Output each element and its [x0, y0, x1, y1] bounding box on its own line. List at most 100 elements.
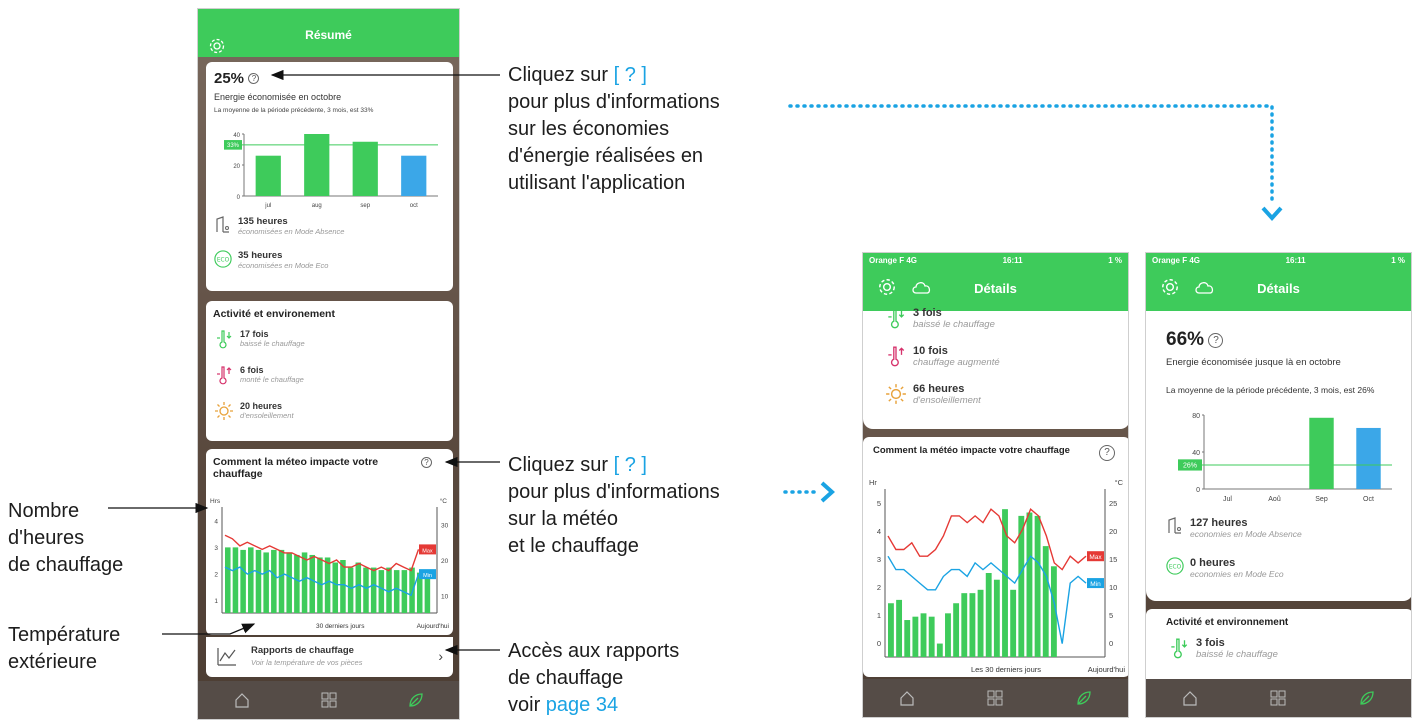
max-label: Max: [1089, 554, 1102, 561]
sun-icon: [215, 402, 233, 420]
carrier: Orange F 4G: [869, 255, 918, 265]
heating-bar: [324, 557, 331, 613]
activity-item: 10 fois chauffage augmenté: [885, 345, 1000, 368]
activity-value: 6 fois: [240, 365, 264, 375]
reports-row[interactable]: Rapports de chauffage Voir la températur…: [206, 637, 453, 677]
grid-icon[interactable]: [984, 687, 1006, 709]
leaf-icon[interactable]: [405, 689, 427, 711]
x-tick-label: Oct: [1363, 496, 1374, 503]
max-temp-line: [887, 508, 1087, 571]
right-unit: °C: [440, 497, 448, 505]
header-bar: Résumé: [198, 9, 459, 57]
activity-label: baissé le chauffage: [1196, 649, 1278, 660]
heating-bar: [332, 562, 339, 613]
weather-chart: Hrs °C 4 3 2 1 30 20 10 Max Min 30 derniers jours Au…: [210, 497, 449, 630]
max-label: Max: [422, 548, 433, 554]
heating-bar: [393, 570, 400, 613]
weather-chart: Hr °C5432102520151050MaxMinLes 30 dernier…: [869, 478, 1125, 674]
y2-tick-label: 0: [1109, 639, 1113, 648]
grid-icon[interactable]: [1267, 687, 1289, 709]
eco-label: économisées en Mode Eco: [238, 261, 329, 270]
left-unit: Hr: [869, 478, 877, 487]
annotation-text: de chauffage: [8, 554, 124, 576]
carrier: Orange F 4G: [1152, 255, 1201, 265]
leaf-icon[interactable]: [1073, 687, 1095, 709]
y-tick-label: 40: [233, 133, 240, 139]
eco-icon: ECO: [1166, 557, 1184, 575]
grid-icon[interactable]: [318, 689, 340, 711]
help-icon[interactable]: ?: [1208, 333, 1224, 349]
left-unit: Hrs: [210, 498, 221, 505]
heating-bar: [263, 552, 269, 613]
home-icon[interactable]: [1179, 687, 1201, 709]
activity-item: 3 fois baissé le chauffage: [1168, 637, 1278, 660]
y-tick-label: 2: [877, 583, 881, 592]
absence-row: 127 heures economies en Mode Absence: [1166, 517, 1302, 539]
y-tick-label: 1: [877, 611, 881, 620]
home-icon[interactable]: [896, 687, 918, 709]
heating-bar: [409, 567, 415, 613]
absence-hours: 127 heures: [1190, 517, 1248, 529]
annotation-text: Nombre: [8, 500, 80, 522]
annotation-text: et le chauffage: [508, 535, 639, 557]
reports-title: Rapports de chauffage: [251, 645, 354, 656]
y-tick-label: 2: [214, 571, 218, 578]
annotation-text: voir: [508, 694, 546, 716]
y-tick-label: 4: [877, 527, 881, 536]
y-tick-label: 80: [1192, 413, 1200, 420]
activity-value: 17 fois: [240, 329, 269, 339]
heating-bar: [1042, 546, 1049, 657]
y2-tick-label: 20: [1109, 527, 1117, 536]
y2-tick-label: 10: [1109, 583, 1117, 592]
heating-bar: [301, 552, 308, 613]
gear-icon[interactable]: [208, 25, 226, 54]
activity-item: 20 heures d'ensoleillement: [214, 401, 294, 421]
heating-bar: [961, 593, 968, 657]
heating-bar: [912, 616, 919, 657]
savings-note: La moyenne de la période précédente, 3 m…: [1166, 385, 1375, 395]
weather-help-icon[interactable]: ?: [1099, 445, 1115, 461]
heating-bar: [248, 547, 254, 613]
weather-title: Comment la météo impacte votre chauffage: [873, 445, 1070, 456]
phone-summary: Résumé 25% ? Energie économisée en octob…: [197, 8, 460, 720]
y-tick-label: 3: [214, 545, 218, 552]
activity-value: 3 fois: [913, 307, 942, 319]
weather-help-icon[interactable]: ?: [421, 457, 432, 468]
annotation-text: Température: [8, 624, 121, 646]
activity-item: 6 fois monté le chauffage: [214, 365, 304, 385]
x-tick-label: Jul: [1223, 496, 1232, 503]
x-tick-label: jul: [264, 203, 271, 209]
activity-label: monté le chauffage: [240, 375, 304, 384]
y-tick-label: 20: [233, 164, 240, 170]
home-icon[interactable]: [231, 689, 253, 711]
annotation-text: Cliquez sur: [508, 454, 614, 476]
chevron-right-icon: [820, 481, 835, 503]
eco-icon: ECO: [214, 250, 232, 268]
bar: [352, 141, 378, 196]
y2-tick-label: 20: [441, 558, 449, 565]
phone-details-savings: Orange F 4G 16:11 1 % Détails 66% ? Ener…: [1145, 252, 1412, 718]
absence-label: économisées en Mode Absence: [238, 227, 345, 236]
heating-bar: [340, 560, 346, 613]
heating-bar: [1026, 512, 1033, 657]
x-axis-label-right: Aujourd'hui: [417, 623, 449, 630]
y-tick-label: 0: [877, 639, 881, 648]
absence-hours: 135 heures: [238, 216, 288, 227]
annotation-reports: Accès aux rapports de chauffage voir pag…: [508, 638, 679, 719]
help-icon[interactable]: ?: [248, 73, 260, 85]
page-link[interactable]: page 34: [546, 694, 618, 716]
annotation-text: Cliquez sur: [508, 64, 614, 86]
activity-value: 66 heures: [913, 383, 965, 395]
annotation-text: de chauffage: [508, 667, 624, 689]
savings-chart: 80 40 0 Jul Aoû Sep Oct 26%: [1178, 413, 1392, 503]
thermometer-up-icon: [888, 346, 905, 367]
annotation-text: sur la météo: [508, 508, 619, 530]
leaf-icon[interactable]: [1356, 687, 1378, 709]
savings-percent: 25%: [214, 70, 245, 87]
heating-bar: [286, 552, 292, 613]
savings-label: Energie économisée en octobre: [214, 92, 342, 102]
dotted-connector-savings: [788, 104, 1274, 202]
annotation-outdoor-temp: Température extérieure: [8, 622, 120, 676]
annotation-text: pour plus d'informations: [508, 481, 720, 503]
thermometer-up-icon: [217, 366, 232, 385]
